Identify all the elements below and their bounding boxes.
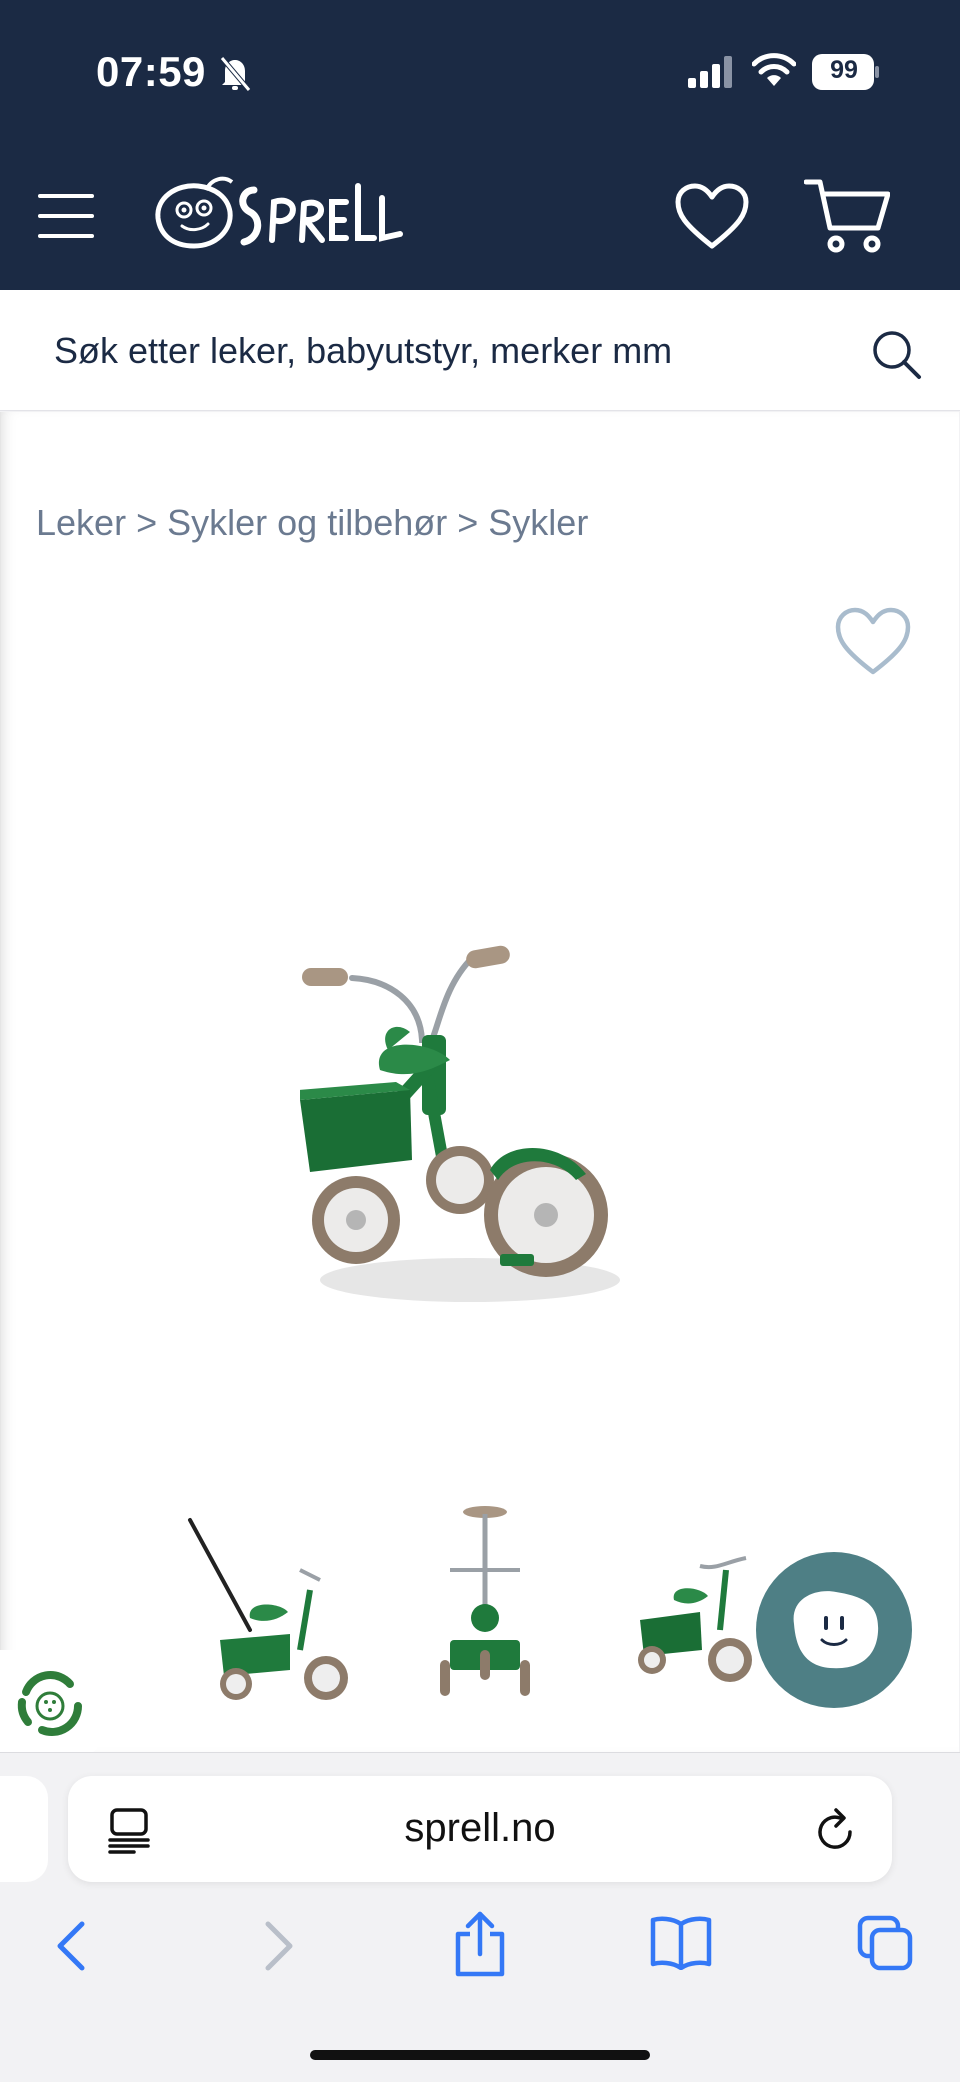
- bookmarks-icon[interactable]: [650, 1914, 712, 1970]
- product-image[interactable]: [300, 940, 680, 1330]
- previous-tab-peek[interactable]: [0, 1776, 48, 1882]
- cart-icon[interactable]: [804, 176, 890, 256]
- product-thumbnail[interactable]: [180, 1500, 360, 1700]
- search-input[interactable]: Søk etter leker, babyutstyr, merker mm: [54, 330, 672, 372]
- recycle-icon: [17, 1671, 82, 1736]
- chat-button[interactable]: [756, 1552, 912, 1708]
- breadcrumb-separator: >: [136, 502, 158, 543]
- heart-icon[interactable]: [674, 182, 750, 252]
- menu-icon[interactable]: [38, 192, 94, 240]
- breadcrumb-separator: >: [457, 502, 479, 543]
- forward-icon[interactable]: [258, 1916, 298, 1976]
- breadcrumb-item-sykler-og-tilbehor[interactable]: Sykler og tilbehør: [167, 502, 447, 543]
- signal-icon: [688, 56, 732, 88]
- share-icon[interactable]: [452, 1910, 508, 1978]
- home-indicator: [310, 2050, 650, 2060]
- reload-icon[interactable]: [814, 1806, 860, 1856]
- url-text[interactable]: sprell.no: [280, 1806, 680, 1851]
- bell-slash-icon: [220, 56, 251, 92]
- back-icon[interactable]: [52, 1916, 92, 1976]
- wifi-icon: [752, 53, 796, 86]
- search-icon[interactable]: [870, 328, 922, 380]
- status-time: 07:59: [96, 48, 206, 95]
- reader-icon[interactable]: [106, 1808, 152, 1854]
- breadcrumb-item-leker[interactable]: Leker: [36, 502, 126, 543]
- recycle-badge[interactable]: [0, 1650, 100, 1754]
- breadcrumb: Leker > Sykler og tilbehør > Sykler: [36, 502, 588, 544]
- add-to-wishlist-heart-icon[interactable]: [834, 606, 912, 678]
- battery-percentage: 99: [830, 56, 858, 84]
- product-thumbnail[interactable]: [630, 1500, 760, 1700]
- product-thumbnail[interactable]: [420, 1500, 550, 1700]
- chat-face-icon: [793, 1591, 879, 1669]
- tabs-icon[interactable]: [856, 1914, 914, 1972]
- sprell-logo[interactable]: [146, 168, 406, 264]
- breadcrumb-item-sykler[interactable]: Sykler: [488, 502, 588, 543]
